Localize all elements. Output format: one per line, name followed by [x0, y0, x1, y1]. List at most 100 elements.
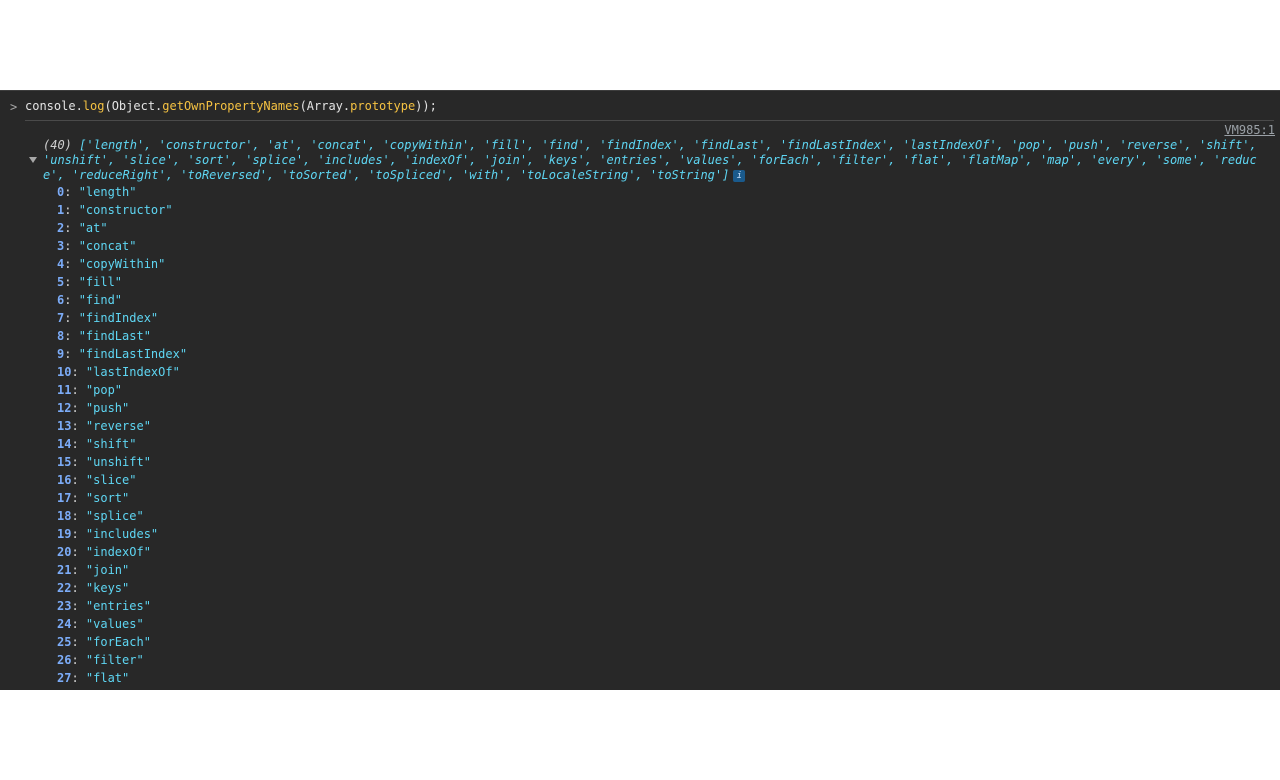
array-entry: 4: "copyWithin" [57, 255, 187, 273]
entry-index: 27 [57, 671, 72, 685]
entry-colon: : [71, 437, 86, 451]
cmd-part: console. [25, 99, 83, 113]
array-entry: 26: "filter" [57, 651, 187, 669]
entry-index: 21 [57, 563, 72, 577]
entry-index: 18 [57, 509, 72, 523]
array-entry: 11: "pop" [57, 381, 187, 399]
array-entry: 6: "find" [57, 291, 187, 309]
entry-value: "at" [78, 221, 108, 235]
entry-colon: : [71, 383, 86, 397]
array-entry: 18: "splice" [57, 507, 187, 525]
array-entry: 17: "sort" [57, 489, 187, 507]
entry-value: "unshift" [85, 455, 151, 469]
array-entry: 5: "fill" [57, 273, 187, 291]
entry-index: 10 [57, 365, 72, 379]
array-entry: 25: "forEach" [57, 633, 187, 651]
console-command-row[interactable]: > console.log(Object.getOwnPropertyNames… [0, 90, 1280, 121]
console-command[interactable]: console.log(Object.getOwnPropertyNames(A… [25, 99, 437, 113]
entry-value: "slice" [85, 473, 137, 487]
entry-colon: : [71, 545, 86, 559]
array-entry: 2: "at" [57, 219, 187, 237]
entry-value: "forEach" [85, 635, 151, 649]
array-entry: 8: "findLast" [57, 327, 187, 345]
devtools-console: > console.log(Object.getOwnPropertyNames… [0, 90, 1280, 690]
entry-value: "fill" [78, 275, 123, 289]
entry-colon: : [64, 257, 79, 271]
entry-colon: : [71, 527, 86, 541]
entry-value: "findLastIndex" [78, 347, 188, 361]
entry-index: 15 [57, 455, 72, 469]
array-entry: 10: "lastIndexOf" [57, 363, 187, 381]
cmd-part: getOwnPropertyNames [162, 99, 300, 113]
array-entry: 14: "shift" [57, 435, 187, 453]
entry-value: "concat" [78, 239, 137, 253]
entry-colon: : [64, 185, 79, 199]
entry-index: 20 [57, 545, 72, 559]
array-entry: 13: "reverse" [57, 417, 187, 435]
entry-value: "shift" [85, 437, 137, 451]
array-count: (40) [43, 138, 72, 152]
entry-index: 11 [57, 383, 72, 397]
array-summary[interactable]: (40) ['length', 'constructor', 'at', 'co… [43, 138, 1278, 183]
info-icon[interactable]: i [733, 169, 746, 182]
cmd-part: (Array. [299, 99, 351, 113]
entry-colon: : [64, 239, 79, 253]
array-entry: 21: "join" [57, 561, 187, 579]
array-entry: 3: "concat" [57, 237, 187, 255]
cmd-part: )); [415, 99, 437, 113]
entry-colon: : [71, 491, 86, 505]
array-entry: 15: "unshift" [57, 453, 187, 471]
entry-value: "splice" [85, 509, 144, 523]
entry-value: "copyWithin" [78, 257, 166, 271]
entry-colon: : [64, 329, 79, 343]
array-entry: 19: "includes" [57, 525, 187, 543]
entry-value: "pop" [85, 383, 123, 397]
entry-value: "join" [85, 563, 130, 577]
entry-value: "lastIndexOf" [85, 365, 180, 379]
entry-index: 17 [57, 491, 72, 505]
array-entry: 24: "values" [57, 615, 187, 633]
entry-value: "keys" [85, 581, 130, 595]
entry-value: "includes" [85, 527, 159, 541]
array-entry: 1: "constructor" [57, 201, 187, 219]
entry-value: "findLast" [78, 329, 151, 343]
entry-colon: : [64, 203, 79, 217]
entry-index: 19 [57, 527, 72, 541]
entry-colon: : [71, 599, 86, 613]
entry-colon: : [64, 347, 79, 361]
entry-value: "push" [85, 401, 130, 415]
array-entry: 0: "length" [57, 183, 187, 201]
source-link[interactable]: VM985:1 [1224, 123, 1275, 137]
array-entry: 20: "indexOf" [57, 543, 187, 561]
divider [25, 120, 1274, 121]
entry-value: "constructor" [78, 203, 173, 217]
entry-colon: : [71, 419, 86, 433]
array-entry: 7: "findIndex" [57, 309, 187, 327]
expanded-array-list: 0: "length" 1: "constructor" 2: "at" 3: "co… [57, 183, 187, 687]
entry-colon: : [71, 671, 86, 685]
entry-value: "find" [78, 293, 123, 307]
entry-index: 12 [57, 401, 72, 415]
entry-value: "length" [78, 185, 137, 199]
array-entry: 9: "findLastIndex" [57, 345, 187, 363]
entry-index: 23 [57, 599, 72, 613]
entry-colon: : [71, 509, 86, 523]
entry-colon: : [64, 275, 79, 289]
entry-colon: : [71, 617, 86, 631]
entry-index: 22 [57, 581, 72, 595]
entry-index: 24 [57, 617, 72, 631]
entry-index: 13 [57, 419, 72, 433]
entry-colon: : [71, 473, 86, 487]
entry-index: 26 [57, 653, 72, 667]
entry-index: 14 [57, 437, 72, 451]
entry-value: "values" [85, 617, 144, 631]
cmd-part: (Object. [104, 99, 163, 113]
array-entry: 16: "slice" [57, 471, 187, 489]
entry-value: "reverse" [85, 419, 151, 433]
cmd-part: log [82, 99, 105, 113]
entry-value: "indexOf" [85, 545, 151, 559]
expand-triangle-icon[interactable] [29, 157, 37, 163]
array-entry: 23: "entries" [57, 597, 187, 615]
array-entry: 27: "flat" [57, 669, 187, 687]
entry-value: "filter" [85, 653, 144, 667]
